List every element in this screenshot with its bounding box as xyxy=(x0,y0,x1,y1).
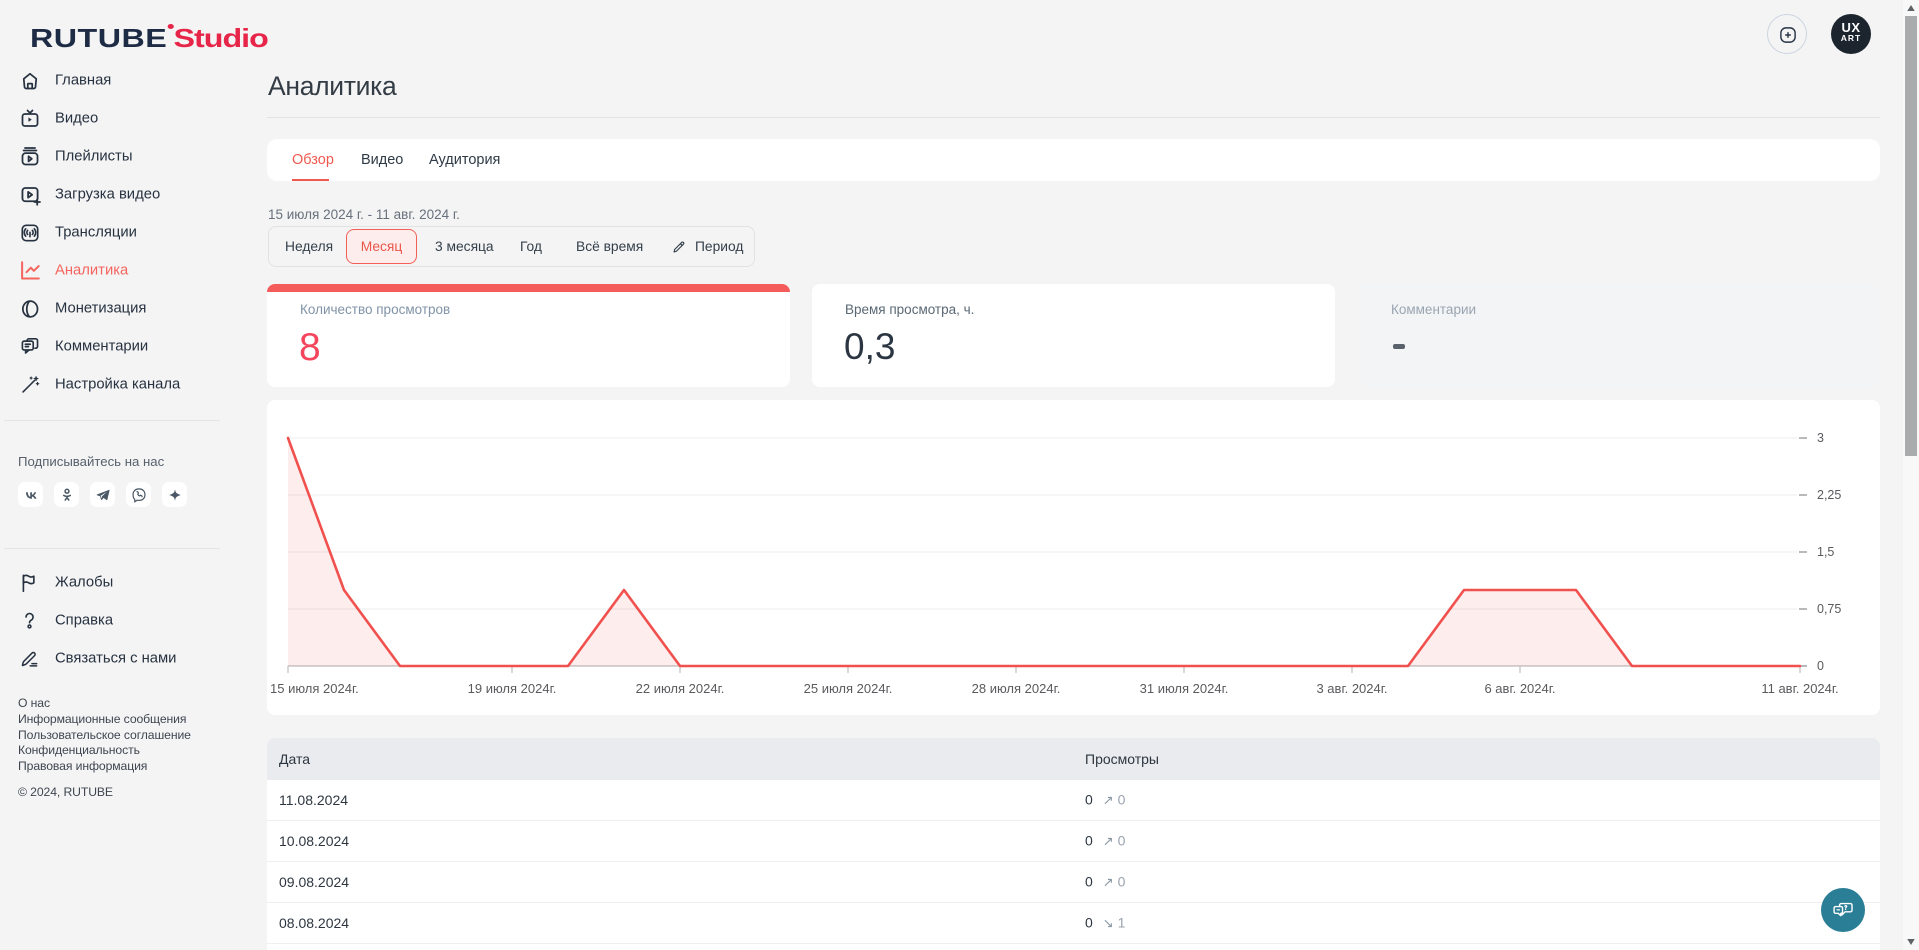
svg-text:11 авг. 2024г.: 11 авг. 2024г. xyxy=(1761,681,1838,696)
svg-text:0: 0 xyxy=(1817,659,1824,673)
svg-text:3 авг. 2024г.: 3 авг. 2024г. xyxy=(1316,681,1387,696)
svg-text:1,5: 1,5 xyxy=(1817,545,1834,559)
svg-text:3: 3 xyxy=(1817,431,1824,445)
svg-text:2,25: 2,25 xyxy=(1817,488,1841,502)
svg-text:15 июля 2024г.: 15 июля 2024г. xyxy=(270,681,359,696)
svg-text:22 июля 2024г.: 22 июля 2024г. xyxy=(636,681,725,696)
svg-text:28 июля 2024г.: 28 июля 2024г. xyxy=(972,681,1061,696)
svg-text:31 июля 2024г.: 31 июля 2024г. xyxy=(1140,681,1229,696)
svg-text:19 июля 2024г.: 19 июля 2024г. xyxy=(468,681,557,696)
svg-text:6 авг. 2024г.: 6 авг. 2024г. xyxy=(1484,681,1555,696)
svg-text:25 июля 2024г.: 25 июля 2024г. xyxy=(804,681,893,696)
svg-text:0,75: 0,75 xyxy=(1817,602,1841,616)
